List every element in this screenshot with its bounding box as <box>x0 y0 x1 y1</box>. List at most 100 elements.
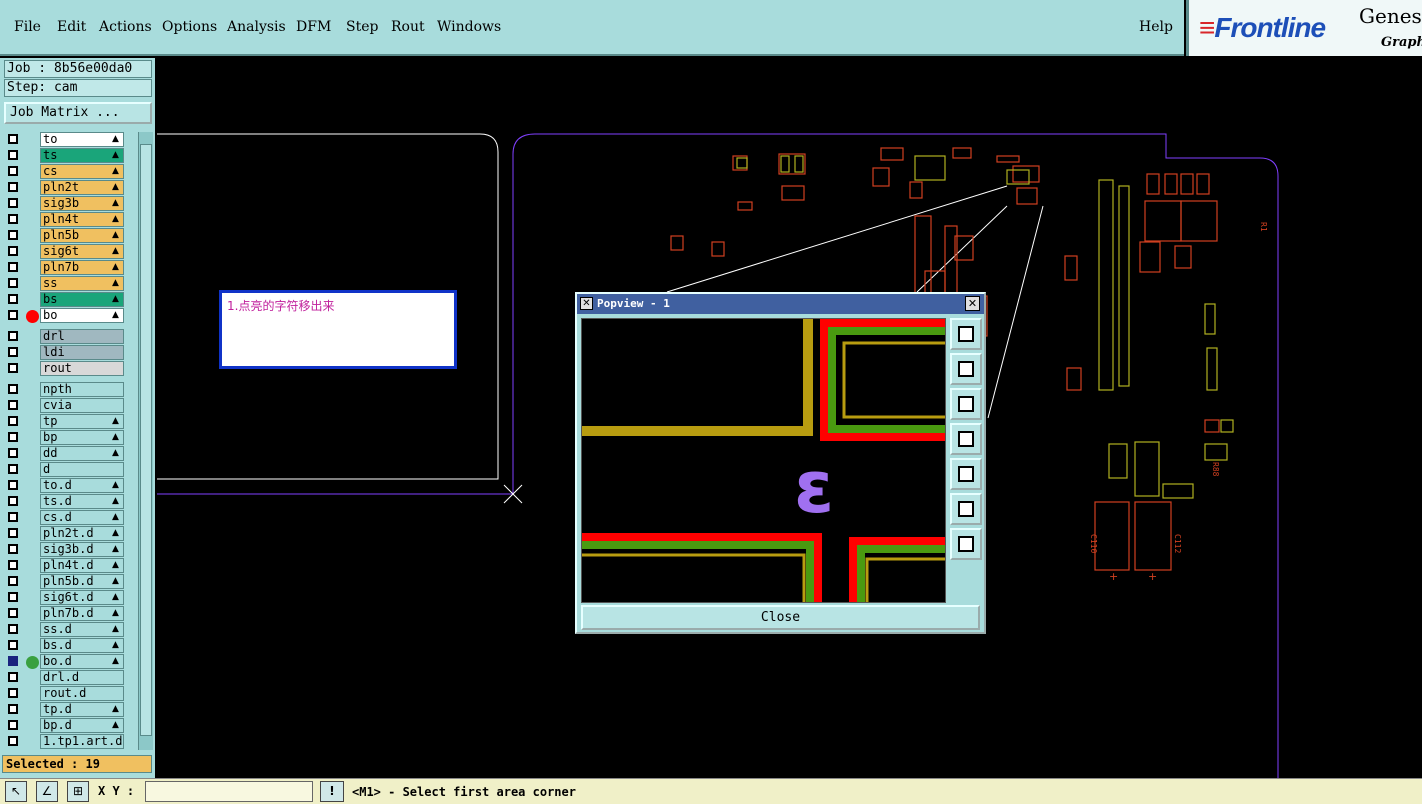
layer-row[interactable]: drl.d <box>4 670 126 686</box>
layer-checkbox[interactable] <box>8 576 18 586</box>
layer-name[interactable]: ldi <box>40 345 124 360</box>
layer-name[interactable]: drl.d <box>40 670 124 685</box>
window-menu-icon[interactable]: ✕ <box>580 297 593 310</box>
layer-row[interactable]: ts ▲ <box>4 148 126 164</box>
layer-row[interactable]: 1.tp1.art.d <box>4 734 126 750</box>
scrollbar-thumb[interactable] <box>140 144 152 736</box>
zoom-fit-button[interactable] <box>950 528 982 560</box>
warning-button[interactable]: ! <box>320 781 344 802</box>
layer-row[interactable]: tp.d ▲ <box>4 702 126 718</box>
layer-row[interactable]: sig6t.d ▲ <box>4 590 126 606</box>
layer-row[interactable]: sig3b ▲ <box>4 196 126 212</box>
layer-row[interactable]: sig6t ▲ <box>4 244 126 260</box>
layer-name[interactable]: drl <box>40 329 124 344</box>
menu-options[interactable]: Options <box>162 19 217 35</box>
xy-field[interactable] <box>145 781 313 802</box>
layer-name[interactable]: 1.tp1.art.d <box>40 734 124 749</box>
layer-row[interactable]: sig3b.d ▲ <box>4 542 126 558</box>
layer-row[interactable]: to ▲ <box>4 132 126 148</box>
layer-row[interactable]: bo.d ▲ <box>4 654 126 670</box>
menu-file[interactable]: File <box>14 19 41 35</box>
layer-row[interactable]: bp.d ▲ <box>4 718 126 734</box>
layer-row[interactable]: bp ▲ <box>4 430 126 446</box>
close-icon[interactable]: ✕ <box>965 296 980 311</box>
layer-checkbox[interactable] <box>8 347 18 357</box>
layer-name[interactable]: cvia <box>40 398 124 413</box>
layer-row[interactable]: dd ▲ <box>4 446 126 462</box>
layer-checkbox[interactable] <box>8 512 18 522</box>
layer-row[interactable]: pln4t.d ▲ <box>4 558 126 574</box>
layer-scrollbar[interactable] <box>138 132 153 750</box>
layer-checkbox[interactable] <box>8 150 18 160</box>
pan-up-button[interactable] <box>950 353 982 385</box>
layer-checkbox[interactable] <box>8 688 18 698</box>
layer-checkbox[interactable] <box>8 592 18 602</box>
menu-windows[interactable]: Windows <box>437 19 501 35</box>
menu-rout[interactable]: Rout <box>391 19 425 35</box>
layer-checkbox[interactable] <box>8 736 18 746</box>
layer-checkbox[interactable] <box>8 182 18 192</box>
popview-titlebar[interactable]: ✕ Popview - 1 ✕ <box>577 294 984 314</box>
layer-checkbox[interactable] <box>8 400 18 410</box>
layer-row[interactable]: cs.d ▲ <box>4 510 126 526</box>
layer-row[interactable]: bs.d ▲ <box>4 638 126 654</box>
job-matrix-button[interactable]: Job Matrix ... <box>4 102 152 124</box>
layer-checkbox[interactable] <box>8 363 18 373</box>
layer-row[interactable]: pln2t.d ▲ <box>4 526 126 542</box>
layer-checkbox[interactable] <box>8 432 18 442</box>
layer-row[interactable]: drl <box>4 329 126 345</box>
menu-actions[interactable]: Actions <box>99 19 152 35</box>
zoom-home-button[interactable] <box>950 493 982 525</box>
layer-row[interactable]: ts.d ▲ <box>4 494 126 510</box>
layer-checkbox[interactable] <box>8 230 18 240</box>
layer-checkbox[interactable] <box>8 278 18 288</box>
layer-checkbox[interactable] <box>8 262 18 272</box>
layer-checkbox[interactable] <box>8 544 18 554</box>
layer-checkbox[interactable] <box>8 704 18 714</box>
layer-row[interactable]: pln5b.d ▲ <box>4 574 126 590</box>
layer-row[interactable]: npth <box>4 382 126 398</box>
layer-checkbox[interactable] <box>8 560 18 570</box>
layer-row[interactable]: rout.d <box>4 686 126 702</box>
layer-checkbox[interactable] <box>8 528 18 538</box>
layer-checkbox[interactable] <box>8 496 18 506</box>
pan-down-button[interactable] <box>950 388 982 420</box>
layer-row[interactable]: cs ▲ <box>4 164 126 180</box>
layer-checkbox[interactable] <box>8 720 18 730</box>
layer-checkbox[interactable] <box>8 448 18 458</box>
layer-name[interactable]: rout.d <box>40 686 124 701</box>
layer-name[interactable]: npth <box>40 382 124 397</box>
layer-row[interactable]: d <box>4 462 126 478</box>
pan-right-button[interactable] <box>950 458 982 490</box>
layer-checkbox[interactable] <box>8 624 18 634</box>
layer-row[interactable]: ss.d ▲ <box>4 622 126 638</box>
layer-checkbox[interactable] <box>8 608 18 618</box>
layer-row[interactable]: pln2t ▲ <box>4 180 126 196</box>
layer-row[interactable]: ss ▲ <box>4 276 126 292</box>
snap-button[interactable]: ↖ <box>5 781 27 802</box>
layer-name[interactable]: d <box>40 462 124 477</box>
layer-checkbox[interactable] <box>8 480 18 490</box>
popview-close-button[interactable]: Close <box>581 605 980 630</box>
layer-checkbox[interactable] <box>8 384 18 394</box>
layer-checkbox[interactable] <box>8 464 18 474</box>
zoom-window-button[interactable] <box>950 318 982 350</box>
menu-edit[interactable]: Edit <box>57 19 86 35</box>
layer-checkbox[interactable] <box>8 331 18 341</box>
layer-checkbox[interactable] <box>8 416 18 426</box>
layer-checkbox[interactable] <box>8 672 18 682</box>
layer-checkbox[interactable] <box>8 134 18 144</box>
layer-checkbox[interactable] <box>8 310 18 320</box>
layer-row[interactable]: tp ▲ <box>4 414 126 430</box>
layer-row[interactable]: pln5b ▲ <box>4 228 126 244</box>
layer-row[interactable]: pln7b.d ▲ <box>4 606 126 622</box>
layer-checkbox[interactable] <box>8 294 18 304</box>
layer-row[interactable]: pln4t ▲ <box>4 212 126 228</box>
menu-step[interactable]: Step <box>346 19 378 35</box>
layer-checkbox[interactable] <box>8 640 18 650</box>
popview-canvas[interactable]: ε <box>581 318 946 603</box>
grid-button[interactable]: ⊞ <box>67 781 89 802</box>
layer-row[interactable]: cvia <box>4 398 126 414</box>
layer-checkbox[interactable] <box>8 166 18 176</box>
menu-help[interactable]: Help <box>1139 19 1173 35</box>
